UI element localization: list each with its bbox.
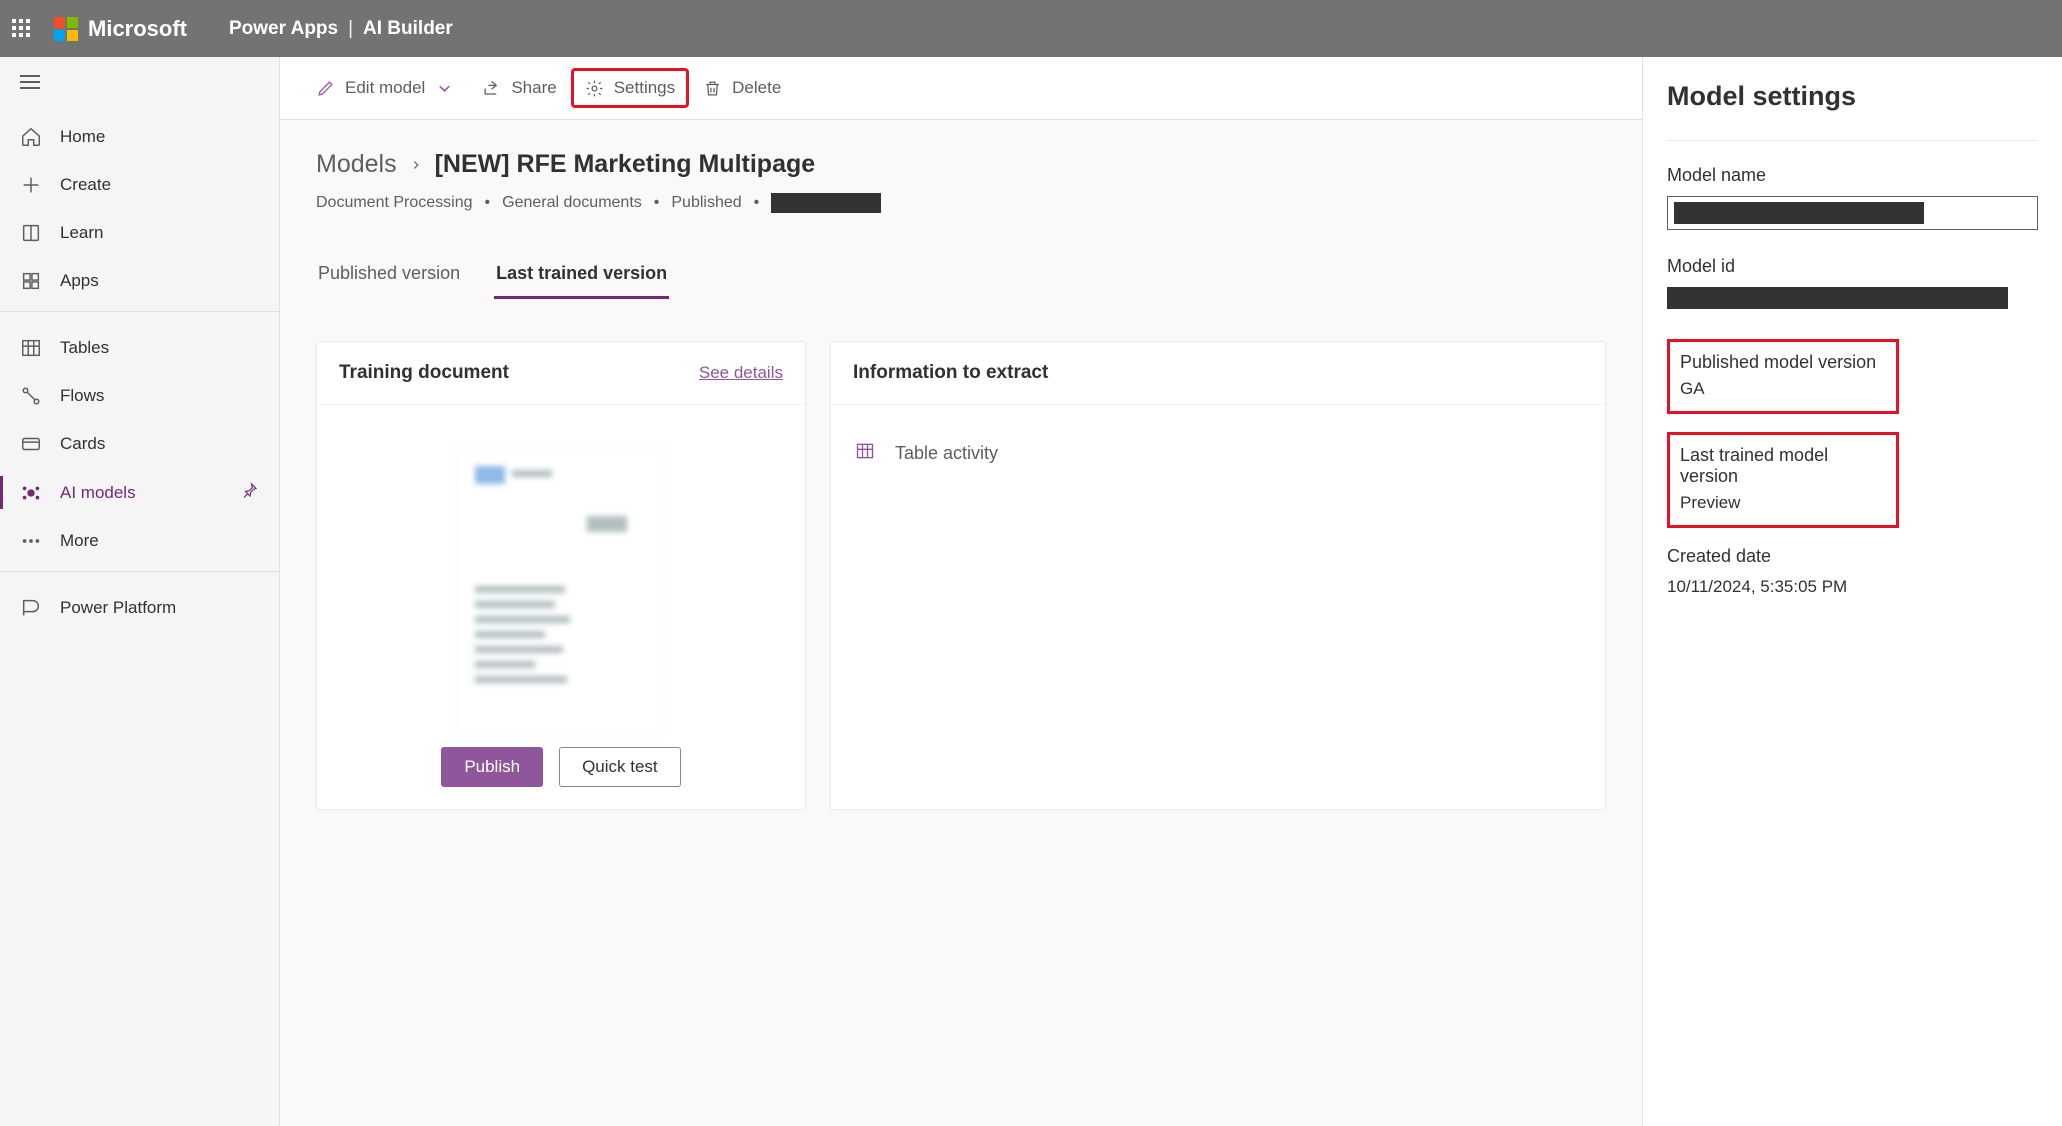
apps-icon	[20, 270, 42, 292]
gear-icon	[585, 79, 604, 98]
nav-power-platform[interactable]: Power Platform	[0, 584, 279, 632]
nav-home[interactable]: Home	[0, 113, 279, 161]
model-meta: Document Processing General documents Pu…	[316, 193, 1606, 213]
chevron-down-icon	[435, 79, 454, 98]
nav-label: Tables	[60, 338, 109, 358]
nav-tables[interactable]: Tables	[0, 324, 279, 372]
created-date-value: 10/11/2024, 5:35:05 PM	[1667, 577, 2038, 597]
publish-button[interactable]: Publish	[441, 747, 543, 787]
section-name[interactable]: AI Builder	[363, 18, 453, 40]
panel-title: Model settings	[1667, 81, 2038, 112]
nav-learn[interactable]: Learn	[0, 209, 279, 257]
more-icon	[20, 530, 42, 552]
table-icon	[20, 337, 42, 359]
published-version-value: GA	[1680, 379, 1886, 399]
pin-icon[interactable]	[241, 481, 259, 504]
book-icon	[20, 222, 42, 244]
model-settings-panel: Model settings Model name Model id Publi…	[1642, 57, 2062, 1126]
pencil-icon	[316, 79, 335, 98]
nav-label: More	[60, 531, 99, 551]
edit-model-button[interactable]: Edit model	[304, 70, 466, 106]
brand-text: Microsoft	[88, 16, 187, 42]
breadcrumb-root[interactable]: Models	[316, 150, 397, 179]
command-bar: Edit model Share Settings Delete	[280, 57, 1642, 120]
trained-version-box: Last trained model version Preview	[1667, 432, 1899, 528]
nav-label: AI models	[60, 483, 136, 503]
settings-button[interactable]: Settings	[573, 70, 687, 106]
document-thumbnail	[456, 445, 666, 735]
collapse-nav-button[interactable]	[0, 57, 279, 107]
nav-apps[interactable]: Apps	[0, 257, 279, 305]
ai-icon	[20, 482, 42, 504]
flow-icon	[20, 385, 42, 407]
trash-icon	[703, 79, 722, 98]
hamburger-icon	[20, 75, 40, 89]
nav-label: Cards	[60, 434, 105, 454]
chevron-right-icon	[409, 158, 423, 172]
plus-icon	[20, 174, 42, 196]
nav-create[interactable]: Create	[0, 161, 279, 209]
left-navigation: Home Create Learn	[0, 57, 280, 1126]
see-details-link[interactable]: See details	[699, 363, 783, 383]
nav-ai-models[interactable]: AI models	[0, 468, 279, 517]
nav-flows[interactable]: Flows	[0, 372, 279, 420]
information-to-extract-card: Information to extract Table activity	[830, 341, 1606, 810]
model-name-redacted	[1674, 202, 1924, 224]
quick-test-button[interactable]: Quick test	[559, 747, 681, 787]
microsoft-logo-icon	[54, 17, 78, 41]
training-document-card: Training document See details	[316, 341, 806, 810]
app-launcher-icon[interactable]	[12, 19, 32, 39]
model-id-redacted	[1667, 287, 2008, 309]
meta-redacted	[771, 193, 881, 213]
nav-label: Home	[60, 127, 105, 147]
extract-item[interactable]: Table activity	[853, 427, 1583, 480]
table-icon	[855, 441, 875, 466]
nav-cards[interactable]: Cards	[0, 420, 279, 468]
model-id-label: Model id	[1667, 256, 2038, 277]
training-card-title: Training document	[339, 362, 509, 384]
tab-published-version[interactable]: Published version	[316, 253, 462, 298]
home-icon	[20, 126, 42, 148]
model-name-input[interactable]	[1667, 196, 2038, 230]
nav-label: Power Platform	[60, 598, 176, 618]
nav-label: Apps	[60, 271, 99, 291]
nav-label: Learn	[60, 223, 103, 243]
app-name[interactable]: Power Apps	[229, 18, 338, 40]
nav-label: Create	[60, 175, 111, 195]
breadcrumb: Models [NEW] RFE Marketing Multipage	[316, 150, 1606, 179]
extract-card-title: Information to extract	[853, 362, 1048, 384]
model-name-label: Model name	[1667, 165, 2038, 186]
share-icon	[482, 79, 501, 98]
top-bar: Microsoft Power Apps | AI Builder	[0, 0, 2062, 57]
breadcrumb-current: [NEW] RFE Marketing Multipage	[435, 150, 816, 179]
trained-version-value: Preview	[1680, 493, 1886, 513]
created-date-label: Created date	[1667, 546, 2038, 567]
cards-icon	[20, 433, 42, 455]
nav-more[interactable]: More	[0, 517, 279, 565]
published-version-box: Published model version GA	[1667, 339, 1899, 414]
delete-button[interactable]: Delete	[691, 70, 793, 106]
microsoft-logo: Microsoft	[54, 16, 187, 42]
content-area: Edit model Share Settings Delete	[280, 57, 1642, 1126]
nav-label: Flows	[60, 386, 104, 406]
power-platform-icon	[20, 597, 42, 619]
tab-last-trained-version[interactable]: Last trained version	[494, 253, 669, 298]
version-tabs: Published version Last trained version	[316, 253, 1606, 299]
share-button[interactable]: Share	[470, 70, 568, 106]
